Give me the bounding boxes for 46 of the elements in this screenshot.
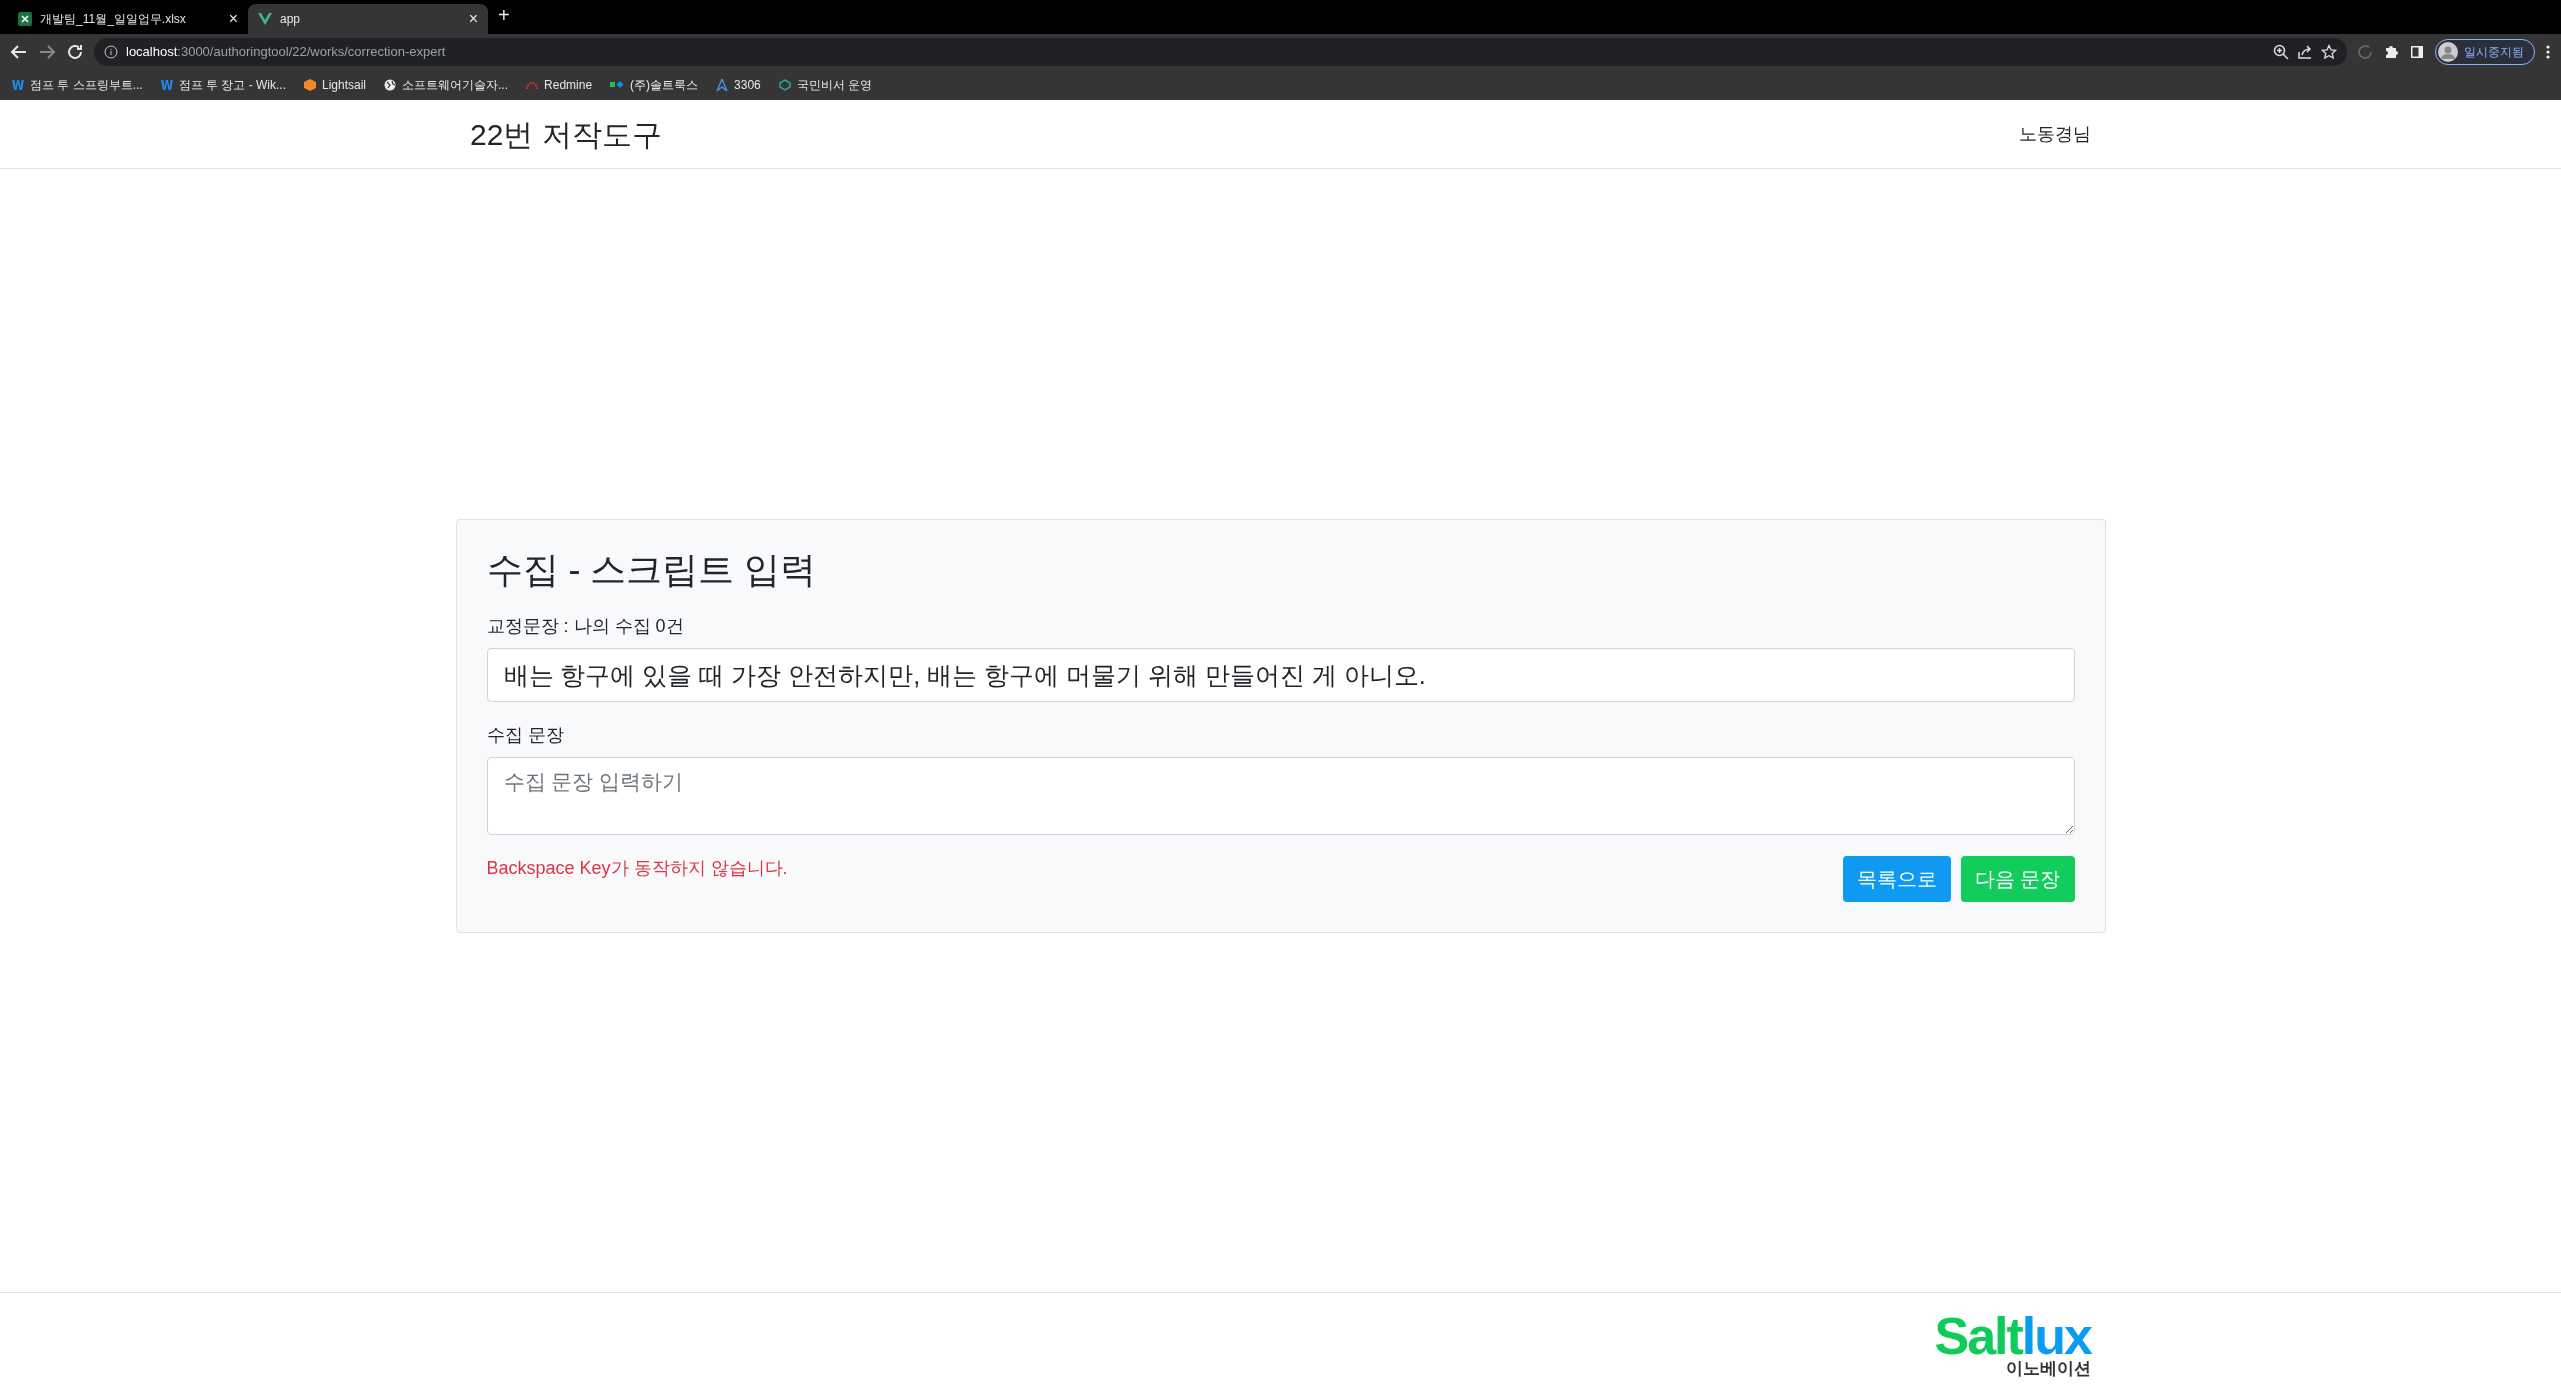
bookmark-link[interactable]: Redmine [526, 76, 593, 94]
reference-sentence-field[interactable]: 배는 항구에 있을 때 가장 안전하지만, 배는 항구에 머물기 위해 만들어진 게 아니오. [486, 648, 2075, 703]
profile-button[interactable]: 일시중지됨 [2435, 39, 2535, 65]
field-label: 수집 문장 [486, 724, 565, 748]
loading-icon [2357, 44, 2373, 60]
share-icon[interactable] [2297, 44, 2313, 60]
cube-icon [304, 79, 316, 91]
info-icon [104, 45, 118, 59]
address-bar[interactable]: localhost:3000/authoringtool/22/works/correction-expert [94, 38, 2347, 66]
sentence-input-field[interactable]: 수집 문장 입력하기 [486, 757, 2075, 836]
reload-icon[interactable] [66, 43, 84, 61]
w-logo-icon [160, 79, 173, 91]
new-tab-button[interactable]: + [498, 0, 510, 30]
field-label: 교정문장 : 나의 수집 0건 [486, 615, 685, 639]
arc-icon [526, 79, 539, 91]
warning-message: Backspace Key가 동작하지 않습니다. [486, 857, 788, 881]
bookmark-link[interactable]: 3306 [716, 76, 761, 94]
avatar-icon [2438, 42, 2458, 62]
spreadsheet-icon [18, 12, 32, 26]
forward-icon[interactable] [38, 43, 56, 61]
bookmark-link[interactable]: 소프트웨어기술자... [384, 76, 509, 94]
tab-title: 개발팀_11월_일일업무.xlsx [40, 11, 187, 28]
triangle-icon [716, 79, 729, 91]
bookmark-link[interactable]: 점프 투 장고 - Wik... [160, 76, 286, 94]
puzzle-icon[interactable] [2383, 44, 2399, 60]
card-title: 수집 - 스크립트 입력 [486, 548, 818, 592]
app-title[interactable]: 22번 저작도구 [470, 111, 662, 157]
tab-title: app [280, 11, 302, 28]
bookmark-link[interactable]: 점프 투 스프링부트... [12, 76, 143, 94]
back-icon[interactable] [10, 43, 28, 61]
bookmark-link[interactable]: (주)솔트룩스 [610, 76, 699, 94]
browser-tab[interactable]: app × [248, 4, 488, 34]
user-name[interactable]: 노동경님 [2019, 120, 2091, 148]
saltlux-logo: Saltlux 이노베이션 [1934, 1309, 2091, 1377]
bookmark-link[interactable]: 국민비서 운영 [778, 76, 873, 94]
more-menu-icon[interactable] [2545, 44, 2551, 60]
squares-icon [610, 80, 625, 90]
w-logo-icon [12, 79, 24, 91]
bookmark-link[interactable]: Lightsail [304, 76, 367, 94]
v-logo-icon [258, 13, 272, 25]
close-tab-button[interactable]: × [228, 7, 238, 31]
url-text: localhost:3000/authoringtool/22/works/correction-expert [126, 43, 446, 62]
close-tab-button[interactable]: × [468, 7, 478, 31]
zoom-icon[interactable] [2273, 44, 2289, 60]
side-panel-icon[interactable] [2409, 44, 2425, 60]
star-icon[interactable] [2321, 44, 2337, 60]
